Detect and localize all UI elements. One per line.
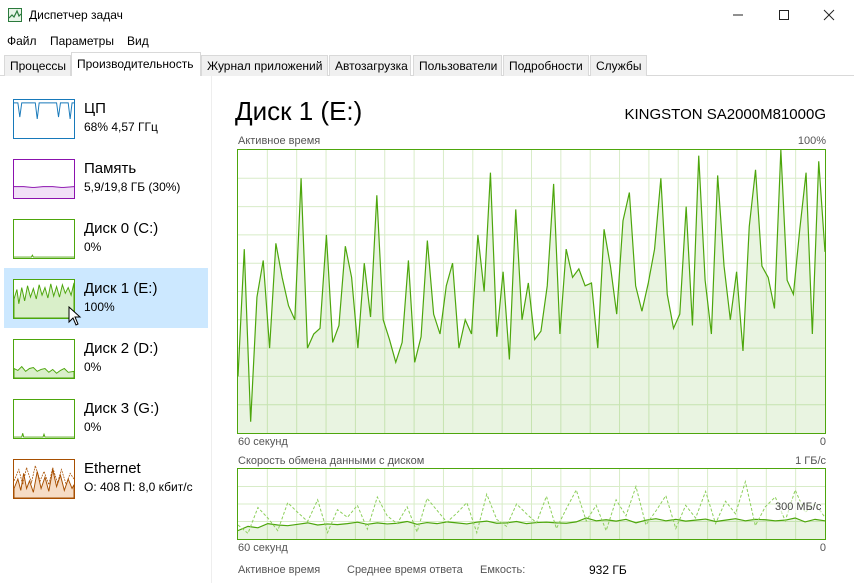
device-title: Диск 3 (G:): [84, 400, 160, 417]
mouse-cursor-icon: [68, 306, 82, 326]
graph1-time-left: 60 секунд: [238, 436, 288, 448]
tab-app-history[interactable]: Журнал приложений: [201, 55, 328, 76]
device-subtitle: 5,9/19,8 ГБ (30%): [84, 180, 181, 194]
device-cpu[interactable]: ЦП 68% 4,57 ГГц: [4, 88, 208, 148]
disk-0-thumbnail: [13, 219, 75, 259]
minimize-button[interactable]: [715, 0, 761, 30]
device-subtitle: 0%: [84, 420, 102, 434]
window-title: Диспетчер задач: [29, 8, 123, 22]
graph2-time-right: 0: [819, 542, 826, 554]
close-button[interactable]: [806, 0, 852, 30]
stat-capacity-value: 932 ГБ: [589, 563, 627, 577]
title-bar: Диспетчер задач: [0, 0, 854, 30]
disk-detail-panel: Диск 1 (E:) KINGSTON SA2000M81000G Актив…: [213, 76, 854, 583]
device-subtitle: 0%: [84, 360, 102, 374]
minimize-icon: [733, 14, 743, 16]
transfer-rate-label: Скорость обмена данными с диском: [238, 455, 425, 467]
memory-thumbnail: [13, 159, 75, 199]
disk-3-thumbnail: [13, 399, 75, 439]
device-title: Диск 0 (C:): [84, 220, 159, 237]
tab-startup[interactable]: Автозагрузка: [329, 55, 411, 76]
close-icon: [823, 9, 835, 21]
tab-performance[interactable]: Производительность: [71, 52, 201, 77]
graph2-time-left: 60 секунд: [238, 542, 288, 554]
tab-processes[interactable]: Процессы: [4, 55, 71, 76]
tab-services[interactable]: Службы: [590, 55, 647, 76]
device-memory[interactable]: Память 5,9/19,8 ГБ (30%): [4, 148, 208, 208]
transfer-rate-max: 1 ГБ/с: [795, 455, 826, 467]
device-subtitle: 68% 4,57 ГГц: [84, 120, 158, 134]
maximize-button[interactable]: [761, 0, 807, 30]
active-time-graph: [237, 149, 826, 434]
device-disk-2[interactable]: Диск 2 (D:) 0%: [4, 328, 208, 388]
transfer-rate-mid: 300 МБ/с: [775, 501, 822, 513]
disk-title: Диск 1 (E:): [235, 96, 363, 126]
stat-capacity-label: Емкость:: [480, 564, 526, 576]
device-ethernet[interactable]: Ethernet О: 408 П: 8,0 кбит/с: [4, 448, 208, 508]
device-subtitle: 100%: [84, 300, 115, 314]
stat-active-time-label: Активное время: [238, 564, 321, 576]
device-list: ЦП 68% 4,57 ГГц Память 5,9/19,8 ГБ (30%)…: [0, 76, 212, 583]
menu-bar: Файл Параметры Вид: [0, 30, 854, 52]
device-disk-0[interactable]: Диск 0 (C:) 0%: [4, 208, 208, 268]
stat-avg-response-label: Среднее время ответа: [347, 564, 463, 576]
tab-strip: Процессы Производительность Журнал прило…: [0, 52, 854, 77]
cpu-thumbnail: [13, 99, 75, 139]
device-disk-3[interactable]: Диск 3 (G:) 0%: [4, 388, 208, 448]
tab-users[interactable]: Пользователи: [413, 55, 502, 76]
device-subtitle: 0%: [84, 240, 102, 254]
device-disk-1[interactable]: Диск 1 (E:) 100%: [4, 268, 208, 328]
ethernet-thumbnail: [13, 459, 75, 499]
task-manager-icon: [8, 8, 22, 22]
disk-2-thumbnail: [13, 339, 75, 379]
graph1-time-right: 0: [819, 436, 826, 448]
menu-options[interactable]: Параметры: [50, 34, 114, 48]
disk-model: KINGSTON SA2000M81000G: [624, 106, 827, 123]
disk-1-thumbnail: [13, 279, 75, 319]
tab-details[interactable]: Подробности: [503, 55, 589, 76]
device-title: ЦП: [84, 100, 106, 117]
device-title: Ethernet: [84, 460, 141, 477]
device-title: Диск 1 (E:): [84, 280, 158, 297]
transfer-rate-graph: [237, 468, 826, 540]
device-subtitle: О: 408 П: 8,0 кбит/с: [84, 480, 193, 494]
active-time-label: Активное время: [238, 135, 321, 147]
device-title: Диск 2 (D:): [84, 340, 159, 357]
active-time-max: 100%: [797, 135, 826, 147]
maximize-icon: [779, 10, 789, 20]
device-title: Память: [84, 160, 137, 177]
menu-file[interactable]: Файл: [7, 34, 37, 48]
menu-view[interactable]: Вид: [127, 34, 149, 48]
